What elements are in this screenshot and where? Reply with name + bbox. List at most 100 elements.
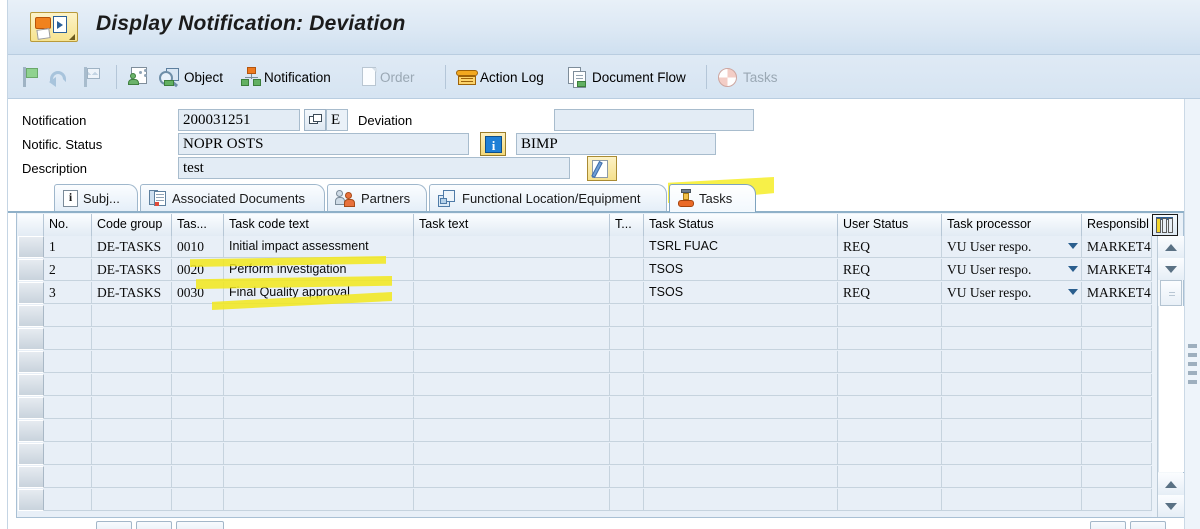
cell-code-group[interactable]	[92, 489, 172, 511]
cell-t[interactable]	[610, 420, 644, 442]
cell-task-text[interactable]	[414, 420, 610, 442]
cell-task-processor[interactable]: VU User respo.	[942, 282, 1082, 304]
cell-responsible[interactable]	[1082, 443, 1152, 465]
table-row[interactable]	[18, 374, 1152, 397]
cell-task-processor[interactable]	[942, 351, 1082, 373]
status-input[interactable]	[178, 133, 469, 155]
table-row[interactable]	[18, 328, 1152, 351]
cell-user-status[interactable]	[838, 489, 942, 511]
cell-task-code-text[interactable]: Perform investigation	[224, 259, 414, 281]
cell-task-code[interactable]	[172, 351, 224, 373]
cell-responsible[interactable]	[1082, 305, 1152, 327]
toolbar-flag-button[interactable]	[22, 62, 40, 92]
cell-t[interactable]	[610, 282, 644, 304]
cell-task-code[interactable]	[172, 489, 224, 511]
cell-t[interactable]	[610, 305, 644, 327]
cell-code-group[interactable]	[92, 420, 172, 442]
cell-task-code[interactable]	[172, 443, 224, 465]
table-settings-button[interactable]	[1152, 214, 1178, 236]
cell-task-processor[interactable]	[942, 328, 1082, 350]
cell-task-status[interactable]: TSRL FUAC	[644, 236, 838, 258]
chevron-down-icon[interactable]	[1068, 289, 1078, 295]
cell-user-status[interactable]	[838, 328, 942, 350]
cell-no[interactable]	[44, 466, 92, 488]
cell-task-processor[interactable]	[942, 466, 1082, 488]
cell-task-status[interactable]	[644, 305, 838, 327]
toolbar-action-log-button[interactable]: Action Log	[456, 62, 544, 92]
tab-tasks[interactable]: Tasks	[669, 184, 756, 212]
cell-t[interactable]	[610, 374, 644, 396]
cell-task-code[interactable]	[172, 328, 224, 350]
cell-task-code[interactable]	[172, 374, 224, 396]
table-row[interactable]: 2 DE-TASKS 0020 Perform investigation TSOS RE…	[18, 259, 1152, 282]
chevron-down-icon[interactable]	[1068, 243, 1078, 249]
cell-code-group[interactable]: DE-TASKS	[92, 282, 172, 304]
column-task-status[interactable]: Task Status	[644, 214, 838, 236]
cell-task-code-text[interactable]	[224, 351, 414, 373]
table-scroll-up-button[interactable]	[1158, 236, 1184, 258]
row-select-cell[interactable]	[18, 259, 44, 281]
column-select-all[interactable]	[18, 214, 44, 236]
cell-task-text[interactable]	[414, 305, 610, 327]
table-row[interactable]	[18, 351, 1152, 374]
cell-responsible[interactable]: MARKET4	[1082, 282, 1152, 304]
cell-responsible[interactable]: MARKET4	[1082, 236, 1152, 258]
toolbar-notification-button[interactable]: Notification	[240, 62, 331, 92]
cell-task-text[interactable]	[414, 351, 610, 373]
cell-task-code[interactable]	[172, 305, 224, 327]
cell-t[interactable]	[610, 236, 644, 258]
cell-no[interactable]: 3	[44, 282, 92, 304]
cell-task-status[interactable]	[644, 489, 838, 511]
column-task-text[interactable]: Task text	[414, 214, 610, 236]
table-vertical-scrollbar[interactable]	[1157, 236, 1184, 517]
bottom-button-2[interactable]	[136, 521, 172, 529]
cell-task-processor[interactable]	[942, 374, 1082, 396]
cell-responsible[interactable]	[1082, 374, 1152, 396]
table-scroll-page-up-button[interactable]	[1158, 473, 1184, 495]
cell-task-status[interactable]	[644, 443, 838, 465]
cell-code-group[interactable]	[92, 328, 172, 350]
table-row[interactable]	[18, 489, 1152, 512]
cell-task-status[interactable]	[644, 466, 838, 488]
cell-task-text[interactable]	[414, 489, 610, 511]
cell-task-code-text[interactable]: Initial impact assessment	[224, 236, 414, 258]
cell-user-status[interactable]: REQ	[838, 259, 942, 281]
status-secondary-input[interactable]	[516, 133, 716, 155]
cell-task-processor[interactable]: VU User respo.	[942, 236, 1082, 258]
cell-user-status[interactable]: REQ	[838, 236, 942, 258]
cell-task-text[interactable]	[414, 328, 610, 350]
cell-responsible[interactable]	[1082, 489, 1152, 511]
row-select-cell[interactable]	[18, 420, 44, 442]
cell-task-code-text[interactable]	[224, 397, 414, 419]
toolbar-checkered-flag-button[interactable]	[83, 62, 103, 92]
cell-user-status[interactable]	[838, 374, 942, 396]
cell-task-text[interactable]	[414, 443, 610, 465]
cell-task-status[interactable]	[644, 374, 838, 396]
tab-associated-documents[interactable]: Associated Documents	[140, 184, 325, 212]
cell-task-code[interactable]: 0010	[172, 236, 224, 258]
row-select-cell[interactable]	[18, 489, 44, 511]
cell-task-text[interactable]	[414, 466, 610, 488]
cell-code-group[interactable]: DE-TASKS	[92, 259, 172, 281]
cell-responsible[interactable]	[1082, 397, 1152, 419]
column-task-processor[interactable]: Task processor	[942, 214, 1082, 236]
row-select-cell[interactable]	[18, 397, 44, 419]
cell-task-code-text[interactable]	[224, 466, 414, 488]
cell-task-status[interactable]	[644, 397, 838, 419]
cell-task-code[interactable]	[172, 397, 224, 419]
cell-user-status[interactable]	[838, 443, 942, 465]
bottom-button-1[interactable]	[96, 521, 132, 529]
table-row[interactable]	[18, 420, 1152, 443]
description-edit-button[interactable]	[587, 156, 617, 181]
cell-task-text[interactable]	[414, 374, 610, 396]
cell-t[interactable]	[610, 466, 644, 488]
cell-code-group[interactable]	[92, 374, 172, 396]
notification-copy-button[interactable]	[304, 109, 326, 131]
description-input[interactable]	[178, 157, 570, 179]
window-scrollbar-thumb[interactable]	[1188, 344, 1197, 404]
cell-no[interactable]	[44, 489, 92, 511]
bottom-button-3[interactable]	[176, 521, 224, 529]
cell-responsible[interactable]	[1082, 466, 1152, 488]
toolbar-partner-button[interactable]	[127, 62, 149, 92]
cell-task-code[interactable]: 0020	[172, 259, 224, 281]
